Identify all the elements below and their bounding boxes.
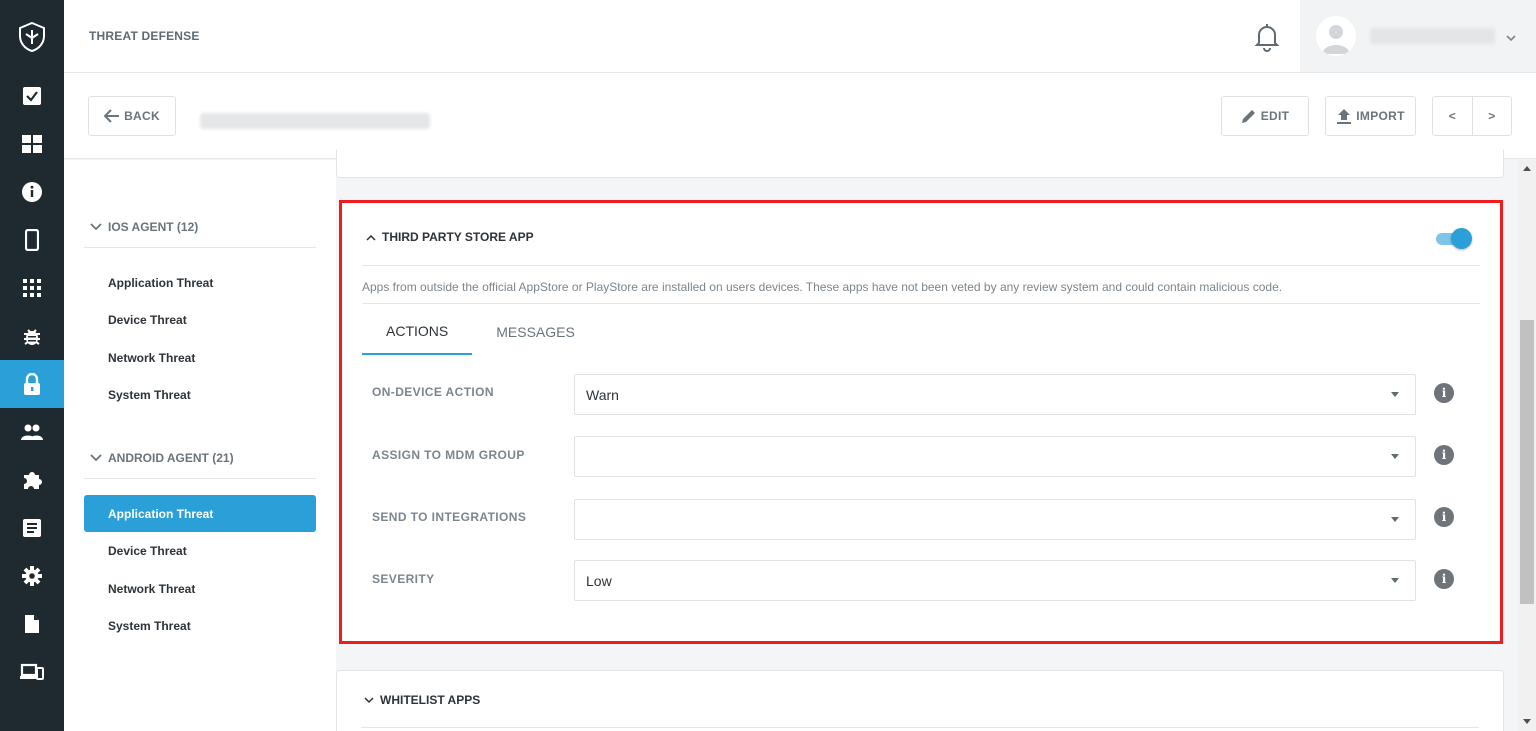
caret-down-icon: [1391, 578, 1399, 583]
content-scrollbar[interactable]: [1518, 160, 1536, 731]
info-icon[interactable]: i: [1434, 383, 1454, 403]
settings-icon[interactable]: [0, 552, 64, 600]
upload-icon: [1337, 109, 1352, 124]
document-icon[interactable]: [0, 600, 64, 648]
previous-button[interactable]: <: [1433, 97, 1473, 135]
bell-icon[interactable]: [1254, 22, 1280, 52]
tree-group-android[interactable]: ANDROID AGENT (21): [90, 451, 234, 465]
users-icon[interactable]: [0, 408, 64, 456]
mobile-device-icon[interactable]: [0, 216, 64, 264]
import-button[interactable]: IMPORT: [1325, 96, 1416, 136]
record-name: [200, 113, 430, 129]
list-icon[interactable]: [0, 504, 64, 552]
edit-button-label: EDIT: [1260, 109, 1290, 123]
scrollbar-thumb[interactable]: [1520, 320, 1534, 604]
on-device-action-select[interactable]: Warn: [574, 374, 1416, 415]
scroll-up-arrow-icon[interactable]: [1523, 166, 1531, 171]
lock-icon[interactable]: [0, 360, 64, 408]
next-button[interactable]: >: [1473, 97, 1512, 135]
tree-item-ios-system-threat[interactable]: System Threat: [84, 376, 316, 413]
chevron-down-icon[interactable]: [1506, 30, 1516, 48]
info-icon[interactable]: [0, 168, 64, 216]
tree-group-label: ANDROID AGENT (21): [108, 451, 234, 465]
checkbox-icon[interactable]: [0, 72, 64, 120]
policy-tabs: ACTIONS MESSAGES: [362, 309, 599, 355]
user-name: [1370, 28, 1495, 44]
tree-item-android-network-threat[interactable]: Network Threat: [84, 570, 316, 607]
send-to-integrations-label: SEND TO INTEGRATIONS: [372, 510, 527, 524]
record-pager: < >: [1432, 96, 1512, 136]
chevron-up-icon: [366, 234, 376, 241]
import-button-label: IMPORT: [1356, 109, 1405, 123]
edit-button[interactable]: EDIT: [1221, 96, 1309, 136]
back-button-label: BACK: [124, 109, 160, 123]
chevron-down-icon: [364, 696, 374, 703]
caret-down-icon: [1391, 454, 1399, 459]
on-device-action-label: ON-DEVICE ACTION: [372, 385, 494, 399]
info-icon[interactable]: i: [1434, 569, 1454, 589]
tab-messages[interactable]: MESSAGES: [472, 309, 599, 355]
select-value: Warn: [586, 387, 619, 403]
tree-item-android-application-threat[interactable]: Application Threat: [84, 495, 316, 532]
send-to-integrations-select[interactable]: [574, 499, 1416, 540]
bug-icon[interactable]: [0, 312, 64, 360]
divider: [362, 303, 1480, 304]
info-icon[interactable]: i: [1434, 507, 1454, 527]
divider: [84, 247, 316, 248]
select-value: Low: [586, 573, 612, 589]
tree-group-label: IOS AGENT (12): [108, 220, 199, 234]
policy-list: THIRD PARTY STORE APP Apps from outside …: [336, 150, 1518, 731]
dashboard-icon[interactable]: [0, 120, 64, 168]
policy-title: THIRD PARTY STORE APP: [382, 230, 534, 244]
devices-icon[interactable]: [0, 648, 64, 696]
tree-item-ios-network-threat[interactable]: Network Threat: [84, 339, 316, 376]
threat-category-tree: IOS AGENT (12) Application Threat Device…: [64, 160, 336, 731]
divider: [361, 727, 1479, 728]
tree-group-ios[interactable]: IOS AGENT (12): [90, 220, 198, 234]
back-button[interactable]: BACK: [88, 96, 176, 136]
action-bar: BACK EDIT IMPORT < >: [64, 73, 1536, 159]
scroll-down-arrow-icon[interactable]: [1523, 719, 1531, 724]
tab-actions[interactable]: ACTIONS: [362, 309, 473, 355]
caret-down-icon: [1391, 392, 1399, 397]
tree-item-android-device-threat[interactable]: Device Threat: [84, 532, 316, 569]
divider: [362, 265, 1480, 266]
policy-card-whitelist-apps: WHITELIST APPS: [336, 670, 1504, 731]
assign-to-mdm-group-select[interactable]: [574, 436, 1416, 477]
policy-card-third-party-store-app: THIRD PARTY STORE APP Apps from outside …: [339, 200, 1503, 644]
divider: [84, 478, 316, 479]
severity-select[interactable]: Low: [574, 560, 1416, 601]
top-header: THREAT DEFENSE: [64, 0, 1536, 73]
caret-down-icon: [1391, 517, 1399, 522]
previous-policy-card: [336, 150, 1504, 178]
info-icon[interactable]: i: [1434, 445, 1454, 465]
apps-grid-icon[interactable]: [0, 264, 64, 312]
puzzle-icon[interactable]: [0, 456, 64, 504]
tree-item-android-system-threat[interactable]: System Threat: [84, 607, 316, 644]
user-menu[interactable]: [1300, 0, 1536, 72]
pencil-icon: [1241, 110, 1255, 123]
tree-item-ios-application-threat[interactable]: Application Threat: [84, 264, 316, 301]
policy-enabled-toggle[interactable]: [1436, 228, 1472, 249]
assign-to-mdm-group-label: ASSIGN TO MDM GROUP: [372, 448, 525, 462]
policy-description: Apps from outside the official AppStore …: [362, 280, 1283, 294]
severity-label: SEVERITY: [372, 572, 435, 586]
avatar-icon: [1316, 16, 1356, 56]
chevron-down-icon: [90, 454, 102, 462]
shield-logo-icon[interactable]: [0, 12, 64, 62]
toggle-knob: [1451, 228, 1472, 249]
chevron-down-icon: [90, 223, 102, 231]
policy-title: WHITELIST APPS: [380, 693, 481, 707]
left-nav-rail: [0, 0, 64, 731]
arrow-left-icon: [104, 109, 120, 123]
page-title: THREAT DEFENSE: [89, 29, 200, 43]
policy-card-header[interactable]: WHITELIST APPS: [364, 693, 480, 707]
policy-card-header[interactable]: THIRD PARTY STORE APP: [366, 230, 534, 244]
tree-item-ios-device-threat[interactable]: Device Threat: [84, 301, 316, 338]
